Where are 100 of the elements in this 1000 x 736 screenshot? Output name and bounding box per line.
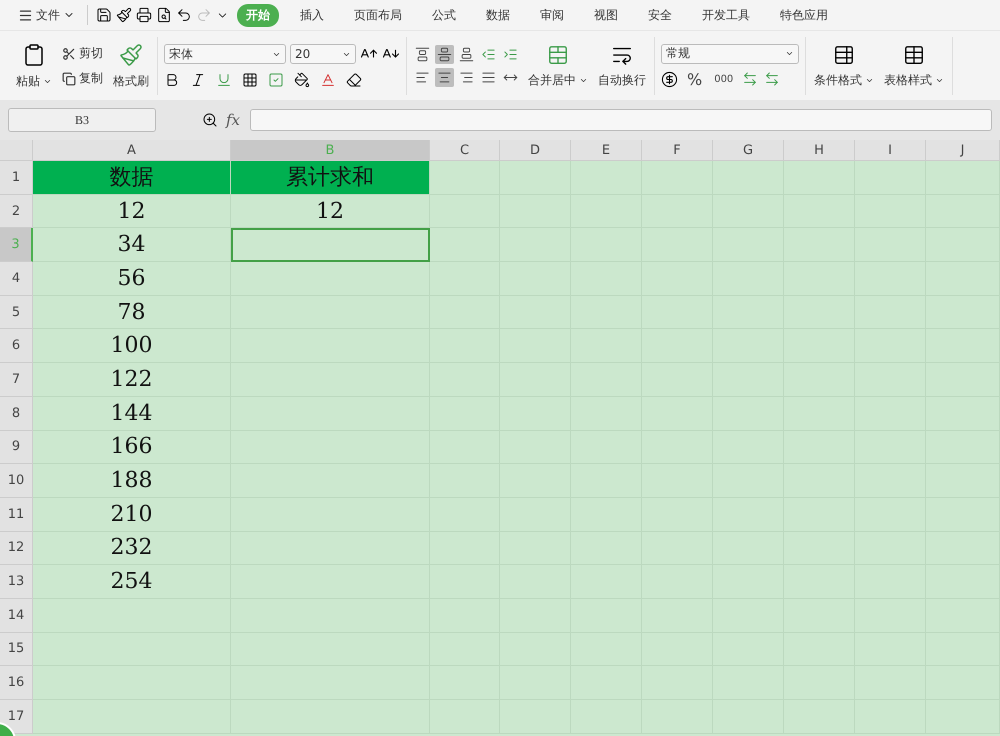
- ribbon-tab[interactable]: 视图: [585, 4, 627, 26]
- align-bottom-button[interactable]: [457, 45, 476, 64]
- eraser-icon[interactable]: [346, 72, 362, 88]
- row-header[interactable]: 12: [0, 532, 33, 566]
- cell-style-icon[interactable]: [268, 72, 284, 88]
- file-menu[interactable]: 文件: [14, 6, 79, 24]
- table-cell[interactable]: [571, 161, 642, 195]
- zoom-icon[interactable]: [202, 112, 218, 128]
- row-header[interactable]: 2: [0, 194, 33, 228]
- table-cell[interactable]: 12: [231, 194, 430, 228]
- column-header[interactable]: J: [926, 140, 1000, 161]
- table-cell[interactable]: 232: [33, 532, 231, 566]
- row-header[interactable]: 9: [0, 430, 33, 464]
- copy-button[interactable]: 复制: [60, 70, 105, 87]
- underline-icon[interactable]: [216, 72, 232, 88]
- cut-button[interactable]: 剪切: [60, 45, 105, 62]
- table-cell[interactable]: 188: [33, 464, 231, 498]
- select-all-corner[interactable]: [0, 140, 33, 161]
- table-cell[interactable]: [500, 161, 571, 195]
- column-header[interactable]: D: [500, 140, 571, 161]
- border-icon[interactable]: [242, 72, 258, 88]
- table-cell[interactable]: 12: [33, 194, 231, 228]
- table-cell[interactable]: 56: [33, 262, 231, 296]
- table-style-icon[interactable]: [903, 44, 925, 66]
- save-icon[interactable]: [96, 7, 112, 23]
- percent-button[interactable]: %: [684, 70, 706, 88]
- font-size-field[interactable]: 20: [290, 44, 356, 64]
- align-top-button[interactable]: [413, 45, 432, 64]
- table-cell[interactable]: [430, 228, 500, 262]
- row-header[interactable]: 13: [0, 565, 33, 599]
- row-header[interactable]: 10: [0, 464, 33, 498]
- row-header[interactable]: 6: [0, 329, 33, 364]
- font-name-field[interactable]: 宋体: [164, 44, 286, 64]
- table-cell[interactable]: [642, 161, 713, 195]
- merge-icon[interactable]: [547, 44, 569, 66]
- ribbon-tab[interactable]: 页面布局: [345, 4, 411, 26]
- undo-icon[interactable]: [176, 7, 192, 23]
- thousands-button[interactable]: 000: [711, 74, 736, 84]
- table-cell[interactable]: [33, 632, 231, 666]
- preview-icon[interactable]: [156, 7, 172, 23]
- row-header[interactable]: 11: [0, 498, 33, 532]
- row-header[interactable]: 5: [0, 296, 33, 330]
- ribbon-tab[interactable]: 开发工具: [693, 4, 759, 26]
- table-cell[interactable]: [430, 262, 500, 296]
- number-format-field[interactable]: 常规: [661, 44, 799, 64]
- row-header[interactable]: 15: [0, 632, 33, 666]
- currency-icon[interactable]: [661, 70, 678, 88]
- ribbon-tab[interactable]: 审阅: [531, 4, 573, 26]
- row-header[interactable]: 7: [0, 363, 33, 397]
- column-header[interactable]: G: [713, 140, 784, 161]
- font-color-icon[interactable]: [320, 72, 336, 88]
- brush-icon[interactable]: [116, 7, 132, 23]
- table-cell[interactable]: 78: [33, 296, 231, 330]
- table-cell[interactable]: 144: [33, 396, 231, 430]
- paste-button[interactable]: 粘贴: [14, 72, 54, 90]
- table-cell[interactable]: 122: [33, 363, 231, 397]
- format-painter-button[interactable]: 格式刷: [111, 72, 151, 90]
- table-cell[interactable]: [713, 161, 784, 195]
- row-header[interactable]: 4: [0, 262, 33, 296]
- table-cell[interactable]: [430, 194, 500, 228]
- align-center-button[interactable]: [435, 68, 454, 87]
- ribbon-tab[interactable]: 数据: [477, 4, 519, 26]
- table-cell[interactable]: 166: [33, 430, 231, 464]
- table-cell[interactable]: [231, 262, 430, 296]
- table-cell[interactable]: [33, 666, 231, 700]
- column-header[interactable]: C: [430, 140, 500, 161]
- table-cell[interactable]: [784, 161, 855, 195]
- table-style-button[interactable]: 表格样式: [882, 72, 946, 88]
- print-icon[interactable]: [136, 7, 152, 23]
- table-cell[interactable]: [33, 598, 231, 633]
- conditional-format-button[interactable]: 条件格式: [812, 72, 876, 88]
- fill-color-icon[interactable]: [294, 72, 310, 88]
- table-cell[interactable]: 34: [33, 228, 231, 262]
- conditional-format-icon[interactable]: [833, 44, 855, 66]
- column-header[interactable]: A: [33, 140, 231, 161]
- formula-field[interactable]: [250, 109, 992, 131]
- ribbon-tab[interactable]: 公式: [423, 4, 465, 26]
- table-cell[interactable]: 数据: [33, 161, 231, 195]
- row-header[interactable]: 8: [0, 396, 33, 430]
- ribbon-tab[interactable]: 特色应用: [771, 4, 837, 26]
- row-header[interactable]: 14: [0, 598, 33, 633]
- column-header[interactable]: I: [855, 140, 926, 161]
- table-cell[interactable]: [430, 161, 500, 195]
- format-painter-icon[interactable]: [119, 42, 143, 66]
- merge-center-button[interactable]: 合并居中: [526, 72, 590, 88]
- name-box[interactable]: B3: [8, 108, 156, 132]
- table-cell[interactable]: 100: [33, 329, 231, 364]
- row-header[interactable]: 16: [0, 666, 33, 700]
- table-cell[interactable]: [855, 161, 926, 195]
- align-middle-button[interactable]: [435, 45, 454, 64]
- table-cell[interactable]: [926, 161, 1000, 195]
- ribbon-tab[interactable]: 插入: [291, 4, 333, 26]
- table-cell[interactable]: 累计求和: [231, 161, 430, 195]
- column-header[interactable]: H: [784, 140, 855, 161]
- row-header[interactable]: 1: [0, 161, 33, 195]
- ribbon-tab[interactable]: 安全: [639, 4, 681, 26]
- table-cell[interactable]: 254: [33, 565, 231, 599]
- column-header[interactable]: E: [571, 140, 642, 161]
- table-cell[interactable]: [33, 700, 231, 734]
- selected-cell[interactable]: [231, 228, 430, 262]
